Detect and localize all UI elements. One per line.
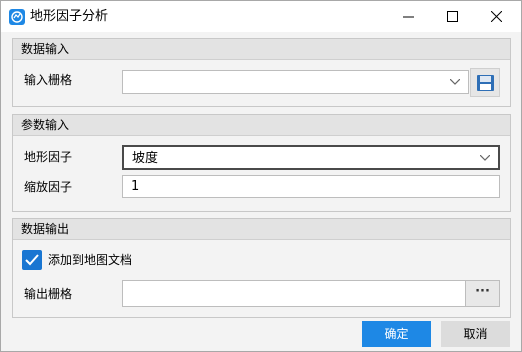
window-title: 地形因子分析: [30, 9, 109, 24]
input-raster-save-button[interactable]: [470, 68, 500, 97]
output-raster-browse-button[interactable]: ···: [465, 281, 499, 306]
cancel-button[interactable]: 取消: [441, 321, 510, 347]
minimize-button[interactable]: [385, 1, 431, 32]
data-input-header: 数据输入: [13, 39, 510, 60]
close-icon: [491, 11, 502, 22]
close-button[interactable]: [473, 1, 519, 32]
maximize-button[interactable]: [429, 1, 475, 32]
add-to-map-checkbox[interactable]: [22, 250, 42, 270]
floppy-save-icon: [477, 75, 494, 91]
terrain-factor-combo[interactable]: 坡度: [122, 145, 500, 170]
ok-button[interactable]: 确定: [362, 321, 431, 347]
output-raster-label: 输出栅格: [24, 287, 73, 301]
chevron-down-icon: [450, 79, 460, 85]
input-raster-label: 输入栅格: [24, 73, 73, 87]
terrain-factor-value: 坡度: [132, 151, 159, 166]
input-raster-combo[interactable]: [122, 70, 469, 94]
chevron-down-icon: [480, 155, 490, 161]
minimize-icon: [403, 16, 414, 18]
zoom-factor-value: 1: [131, 179, 140, 194]
terrain-app-icon: [9, 9, 25, 25]
maximize-icon: [447, 11, 458, 22]
terrain-factor-label: 地形因子: [24, 150, 73, 164]
terrain-factor-dialog: 地形因子分析 数据输入 输入栅格 参数输入 地形因子 坡度 缩放因子 1 数据输…: [0, 0, 522, 352]
zoom-factor-input[interactable]: 1: [122, 175, 500, 198]
title-bar: 地形因子分析: [1, 1, 521, 32]
output-raster-input[interactable]: [122, 280, 500, 307]
add-to-map-label: 添加到地图文档: [48, 253, 133, 267]
checkmark-icon: [25, 254, 39, 266]
zoom-factor-label: 缩放因子: [24, 180, 73, 194]
params-header: 参数输入: [13, 115, 510, 136]
data-output-header: 数据输出: [13, 219, 510, 240]
